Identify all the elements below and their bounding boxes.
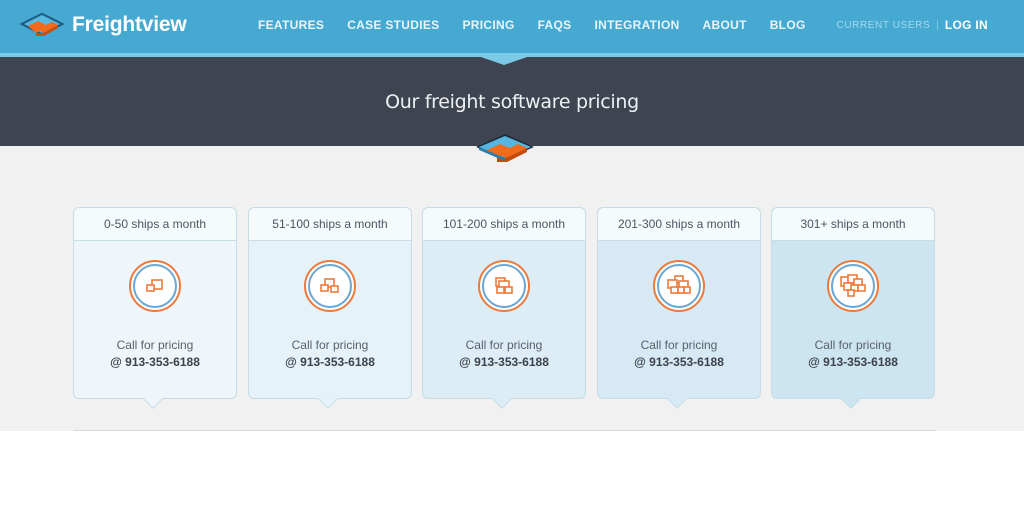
account-links: CURRENT USERS | LOG IN (837, 18, 989, 32)
tier-label: 201-300 ships a month (598, 208, 760, 241)
tier-label: 0-50 ships a month (74, 208, 236, 241)
tier-icon-ring (653, 260, 705, 312)
tier-icon-ring (827, 260, 879, 312)
tier-label: 51-100 ships a month (249, 208, 411, 241)
nav-divider: | (936, 19, 939, 31)
phone-number[interactable]: @ 913-353-6188 (598, 355, 760, 369)
boxes-3-icon (495, 277, 513, 294)
tier-label: 301+ ships a month (772, 208, 934, 241)
active-nav-indicator (478, 56, 530, 65)
nav-integration[interactable]: INTEGRATION (594, 18, 679, 32)
call-for-pricing-text: Call for pricing (291, 338, 369, 352)
call-for-pricing-text: Call for pricing (814, 338, 892, 352)
call-for-pricing-text: Call for pricing (116, 338, 194, 352)
phone-number[interactable]: @ 913-353-6188 (772, 355, 934, 369)
freightview-emblem-icon (476, 134, 534, 162)
boxes-5-icon (840, 274, 866, 297)
brand-name: Freightview (72, 13, 187, 36)
pricing-card[interactable]: 101-200 ships a month Call for pricing @… (422, 207, 586, 409)
nav-blog[interactable]: BLOG (770, 18, 806, 32)
pricing-card[interactable]: 301+ ships a month Call for pricing @ 91… (771, 207, 935, 409)
tier-icon-ring (478, 260, 530, 312)
tier-icon-ring (129, 260, 181, 312)
nav-about[interactable]: ABOUT (703, 18, 747, 32)
nav-pricing[interactable]: PRICING (462, 18, 514, 32)
call-for-pricing-text: Call for pricing (640, 338, 718, 352)
pricing-card[interactable]: 201-300 ships a month Call for pricing @… (597, 207, 761, 409)
login-link[interactable]: LOG IN (945, 18, 988, 32)
nav-case-studies[interactable]: CASE STUDIES (347, 18, 439, 32)
main-nav: FEATURES CASE STUDIES PRICING FAQS INTEG… (258, 18, 829, 32)
tier-label: 101-200 ships a month (423, 208, 585, 241)
page-title: Our freight software pricing (385, 91, 639, 113)
call-for-pricing-text: Call for pricing (465, 338, 543, 352)
current-users-label: CURRENT USERS (836, 19, 931, 31)
section-divider (74, 430, 936, 431)
pricing-card[interactable]: 51-100 ships a month Call for pricing @ … (248, 207, 412, 409)
pricing-card[interactable]: 0-50 ships a month Call for pricing @ 91… (73, 207, 237, 409)
top-navigation-bar: Freightview FEATURES CASE STUDIES PRICIN… (0, 0, 1024, 53)
phone-number[interactable]: @ 913-353-6188 (74, 355, 236, 369)
brand-logo-link[interactable]: Freightview (18, 10, 187, 40)
boxes-4-icon (667, 275, 691, 294)
boxes-2-icon (320, 278, 339, 293)
boxes-1-icon (146, 279, 163, 292)
phone-number[interactable]: @ 913-353-6188 (249, 355, 411, 369)
tier-icon-ring (304, 260, 356, 312)
freightview-logo-icon (19, 12, 65, 36)
nav-features[interactable]: FEATURES (258, 18, 324, 32)
phone-number[interactable]: @ 913-353-6188 (423, 355, 585, 369)
nav-faqs[interactable]: FAQS (538, 18, 572, 32)
